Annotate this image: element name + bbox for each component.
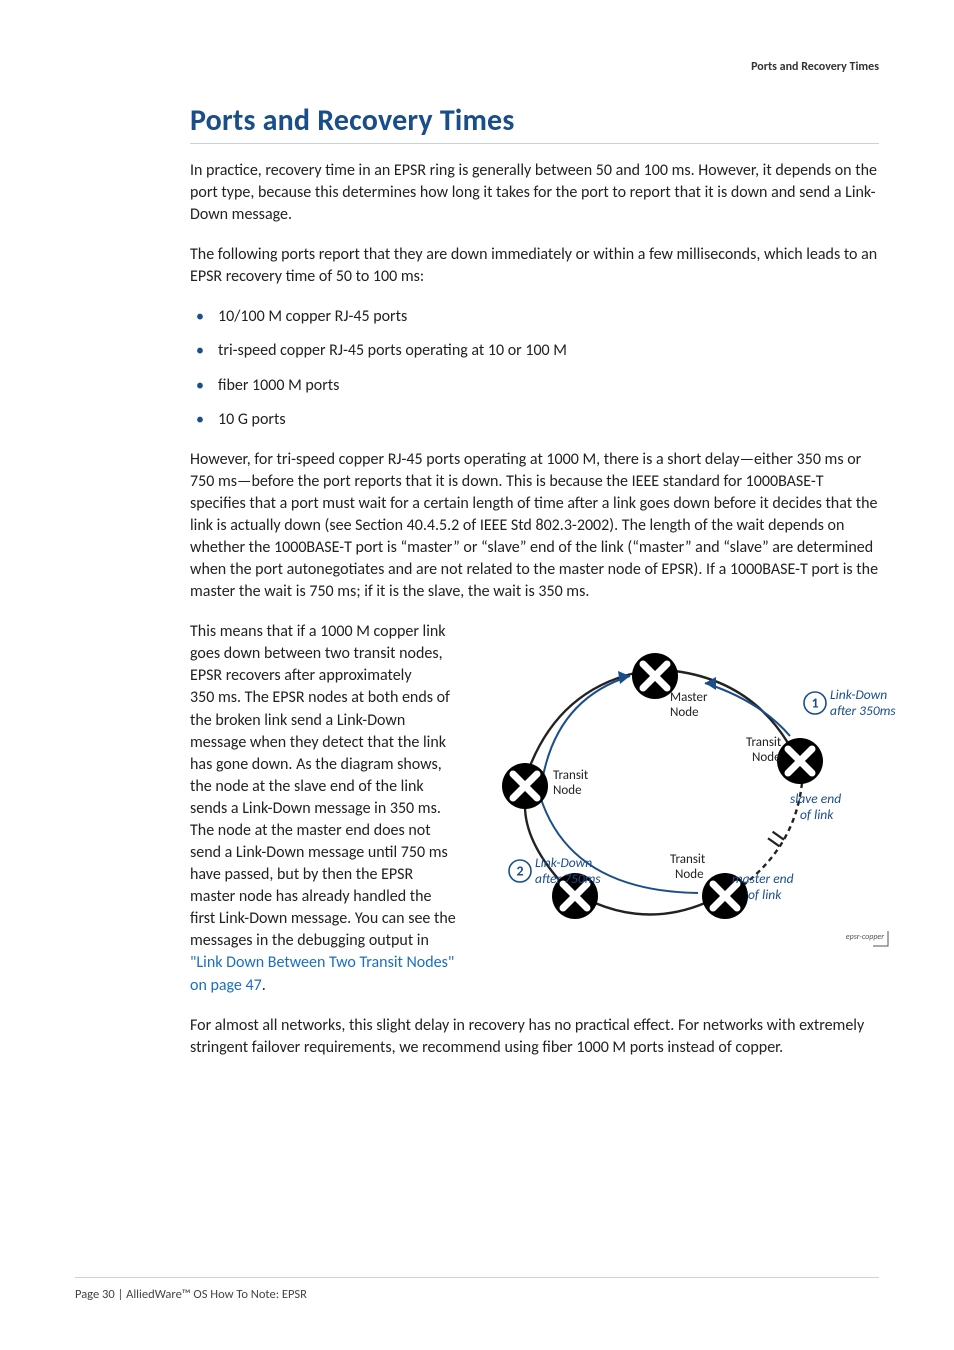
- transit-node-left-icon: [502, 763, 548, 809]
- link-down-1-label2: after 350ms: [830, 702, 896, 719]
- page-title: Ports and Recovery Times: [190, 102, 879, 139]
- paragraph-delay: However, for tri-speed copper RJ-45 port…: [190, 449, 879, 604]
- master-node-label2: Node: [670, 705, 699, 720]
- list-item: tri-speed copper RJ-45 ports operating a…: [190, 340, 879, 362]
- link-down-2-label2: after 750ms: [535, 870, 601, 887]
- transit-right-label: Transit: [746, 735, 782, 750]
- diagram-id-label: epsr-copper: [846, 932, 884, 942]
- list-item: 10 G ports: [190, 409, 879, 431]
- transit-left-label: Transit: [553, 768, 589, 783]
- master-end-label2: of link: [748, 886, 782, 903]
- paragraph-lead-in: The following ports report that they are…: [190, 244, 879, 288]
- footer-rule: [75, 1277, 879, 1278]
- ring-diagram: Master Node Transit Node Transit Node Tr…: [480, 621, 900, 971]
- link-debug-output[interactable]: "Link Down Between Two Transit Nodes" on…: [190, 953, 454, 994]
- callout-number-2: 2: [516, 863, 523, 880]
- paragraph-conclusion: For almost all networks, this slight del…: [190, 1015, 879, 1059]
- link-down-2-label: Link-Down: [535, 854, 592, 871]
- ring-arc: [595, 903, 705, 915]
- port-list: 10/100 M copper RJ-45 ports tri-speed co…: [190, 306, 879, 430]
- master-node-label: Master: [670, 690, 708, 705]
- transit-node-right-icon: [777, 738, 823, 784]
- running-header: Ports and Recovery Times: [75, 60, 879, 74]
- page-footer: Page 30 | AlliedWare™ OS How To Note: EP…: [75, 1287, 307, 1302]
- master-end-label: master end: [732, 870, 794, 887]
- list-item: fiber 1000 M ports: [190, 375, 879, 397]
- paragraph-intro: In practice, recovery time in an EPSR ri…: [190, 160, 879, 226]
- explainer-tail: .: [262, 976, 266, 995]
- slave-end-label: slave end: [790, 790, 841, 807]
- paragraph-diagram-explainer: This means that if a 1000 M copper link …: [190, 621, 460, 996]
- slave-end-label2: of link: [800, 806, 834, 823]
- explainer-text: This means that if a 1000 M copper link …: [190, 622, 456, 950]
- list-item: 10/100 M copper RJ-45 ports: [190, 306, 879, 328]
- callout-number-1: 1: [811, 695, 818, 712]
- transit-bottom-label: Transit: [670, 852, 706, 867]
- transit-left-label2: Node: [553, 783, 582, 798]
- ring-arc: [530, 673, 635, 766]
- title-rule: [190, 143, 879, 144]
- transit-bottom-label2: Node: [675, 867, 704, 882]
- transit-right-label2: Node: [752, 750, 781, 765]
- link-down-1-label: Link-Down: [830, 686, 887, 703]
